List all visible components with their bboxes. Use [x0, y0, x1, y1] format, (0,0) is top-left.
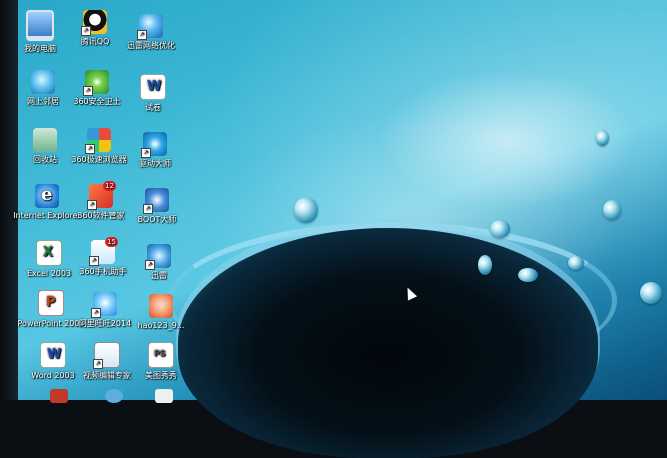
water-drop — [568, 256, 584, 270]
desktop-icon-driver-master[interactable]: ↗ 驱动大师 — [120, 132, 190, 169]
water-drop — [603, 200, 621, 220]
icon-label: 美图秀秀 — [145, 371, 177, 380]
software-manager-icon: ↗ — [87, 181, 116, 210]
shortcut-arrow-icon: ↗ — [141, 148, 151, 158]
shortcut-arrow-icon: ↗ — [85, 144, 95, 154]
excel-icon — [36, 240, 62, 266]
water-splash-crater — [178, 228, 598, 458]
icon-label: BOOT大师 — [137, 215, 177, 224]
shortcut-arrow-icon: ↗ — [81, 26, 91, 36]
shortcut-arrow-icon: ↗ — [89, 256, 99, 266]
shortcut-arrow-icon: ↗ — [87, 200, 97, 210]
globe-icon: ↗ — [137, 14, 163, 40]
desktop-icon-net-optimizer[interactable]: ↗ 迅雷网络优化 — [116, 14, 186, 51]
hao123-icon — [149, 294, 173, 318]
360-safe-icon: ↗ — [83, 70, 109, 96]
water-drop — [596, 130, 609, 146]
desktop-icon-hao123[interactable]: hao123_9... — [126, 294, 196, 331]
shortcut-arrow-icon: ↗ — [143, 204, 153, 214]
icon-label: 迅雷网络优化 — [127, 41, 175, 50]
video-editor-icon: ↗ — [93, 342, 120, 369]
icon-label: 迅雷 — [151, 271, 167, 280]
shortcut-arrow-icon: ↗ — [83, 86, 93, 96]
meitu-icon — [148, 342, 174, 368]
driver-master-icon: ↗ — [141, 132, 167, 158]
xunlei-bird-icon: ↗ — [145, 244, 171, 270]
icon-label: 试卷 — [145, 103, 161, 112]
boot-master-icon: ↗ — [143, 188, 169, 214]
shortcut-arrow-icon: ↗ — [145, 260, 155, 270]
cropped-app-icon[interactable] — [50, 389, 68, 403]
cropped-app-icon[interactable] — [155, 389, 173, 403]
word-icon — [40, 342, 66, 368]
partial-icon-row — [30, 385, 173, 403]
phone-assistant-icon: ↗ — [89, 237, 118, 266]
recycle-bin-icon — [33, 128, 57, 152]
powerpoint-icon — [38, 290, 64, 316]
word-document-icon — [140, 74, 166, 100]
water-drop — [490, 220, 510, 238]
desktop-icon-boot-master[interactable]: ↗ BOOT大师 — [122, 188, 192, 225]
360-browser-icon: ↗ — [85, 128, 111, 154]
desktop-icon-xunlei[interactable]: ↗ 迅雷 — [124, 244, 194, 281]
aliwangwang-icon: ↗ — [91, 292, 117, 318]
desktop-icon-test-doc[interactable]: 试卷 — [118, 74, 188, 113]
internet-explorer-icon — [35, 184, 59, 208]
water-drop — [294, 197, 318, 223]
shortcut-arrow-icon: ↗ — [137, 30, 147, 40]
desktop-icon-meitu[interactable]: 美图秀秀 — [126, 342, 196, 381]
qq-penguin-icon: ↗ — [81, 10, 107, 36]
computer-icon — [26, 10, 54, 41]
water-drop — [640, 282, 662, 304]
network-globe-icon — [31, 70, 55, 94]
cropped-app-icon[interactable] — [105, 389, 123, 403]
icon-label: hao123_9... — [137, 321, 185, 330]
shortcut-arrow-icon: ↗ — [93, 359, 103, 369]
water-drop — [478, 255, 492, 275]
water-drop — [518, 268, 538, 282]
shortcut-arrow-icon: ↗ — [91, 308, 101, 318]
icon-label: 驱动大师 — [139, 159, 171, 168]
